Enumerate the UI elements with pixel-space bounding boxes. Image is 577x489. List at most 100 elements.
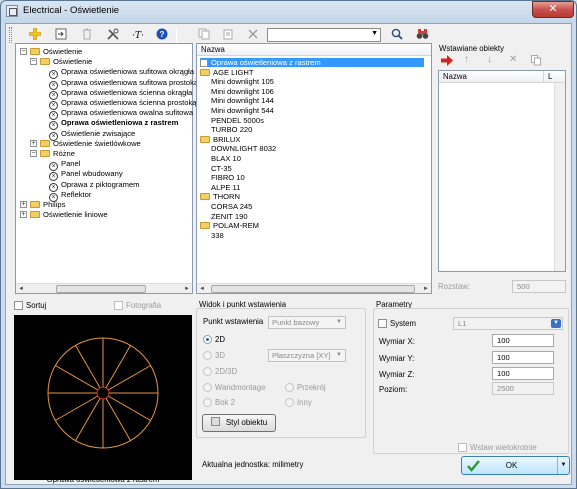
scroll-right-icon[interactable]: ► (182, 284, 192, 294)
dim-y-field[interactable]: 100 (492, 351, 554, 364)
multi-insert-checkbox[interactable]: Wstaw wielokrotnie (458, 443, 537, 452)
scroll-right-icon[interactable]: ► (421, 284, 431, 294)
list-item-label: FIBRO 10 (211, 173, 245, 183)
expand-icon[interactable]: + (30, 139, 37, 147)
list-hscroll-thumb[interactable] (211, 285, 415, 293)
paste-icon[interactable] (218, 26, 238, 44)
radio-2d3d[interactable]: 2D/3D (203, 367, 237, 376)
radio-przekroj-button[interactable] (285, 383, 294, 392)
text-format-icon[interactable]: ·T· (128, 26, 148, 44)
copy-object-icon[interactable] (531, 55, 542, 68)
radio-2d3d-button[interactable] (203, 367, 212, 376)
help-icon[interactable]: ? (152, 26, 172, 44)
dim-x-field[interactable]: 100 (492, 334, 554, 347)
multi-insert-checkbox-box[interactable] (458, 443, 467, 452)
import-icon[interactable] (51, 26, 71, 44)
sort-checkbox[interactable]: Sortuj (14, 301, 46, 310)
list-item[interactable]: CORSA 245 (211, 202, 252, 211)
expand-icon[interactable]: + (20, 201, 27, 208)
tree-hscroll[interactable]: ◄ ► (16, 283, 192, 293)
sort-checkbox-box[interactable] (14, 301, 23, 310)
radio-wandmontage[interactable]: Wandmontage (203, 383, 265, 392)
scroll-left-icon[interactable]: ◄ (197, 284, 207, 294)
move-down-icon[interactable]: ↓ (487, 54, 492, 65)
insertion-point-combo[interactable]: Punkt bazowy ▼ (268, 316, 346, 329)
delete-icon[interactable] (77, 26, 97, 44)
system-combo[interactable]: L1 ▼ (453, 317, 563, 330)
system-checkbox-box[interactable] (378, 319, 387, 328)
search-icon[interactable] (387, 26, 407, 44)
fixture-list[interactable]: Nazwa Oprawa oświetleniowa z rastrem AGE … (196, 43, 432, 294)
radio-wandmontage-button[interactable] (203, 383, 212, 392)
filter-combo[interactable]: ▼ (267, 28, 381, 42)
list-item[interactable]: Mini downlight 105 (211, 77, 274, 86)
list-item[interactable]: FIBRO 10 (211, 173, 245, 182)
tree-item-label: Reflektor (61, 189, 92, 199)
copy-icon[interactable] (194, 26, 214, 44)
level-field[interactable]: 2500 (492, 382, 554, 395)
dim-z-field[interactable]: 100 (492, 367, 554, 380)
remove-object-icon[interactable]: ✕ (509, 54, 517, 65)
photo-checkbox[interactable]: Fotografia (114, 301, 161, 310)
list-group-row[interactable]: POLAM-REM (200, 221, 259, 230)
radio-inny-button[interactable] (285, 398, 294, 407)
list-item[interactable]: PENDEL 5000s (211, 116, 264, 125)
collapse-icon[interactable]: − (30, 150, 37, 157)
list-group-row[interactable]: THORN (200, 192, 240, 201)
title-bar[interactable]: Electrical - Oświetlenie ✕ (1, 1, 576, 22)
list-item[interactable]: Mini downlight 144 (211, 96, 274, 105)
collapse-icon[interactable]: − (20, 48, 27, 55)
collapse-icon[interactable]: − (30, 58, 37, 66)
list-hscroll[interactable]: ◄ ► (197, 283, 431, 293)
object-style-button[interactable]: Styl obiektu (202, 414, 276, 432)
expand-icon[interactable]: + (20, 211, 27, 219)
list-item[interactable]: Oprawa oświetleniowa z rastrem (200, 58, 424, 67)
close-icon: ✕ (548, 3, 558, 15)
toolbar-grip[interactable] (9, 27, 12, 43)
list-item[interactable]: TURBO 220 (211, 125, 252, 134)
radio-3d-button[interactable] (203, 351, 212, 360)
list-column-header[interactable]: Nazwa (197, 44, 431, 56)
list-item[interactable]: Mini downlight 544 (211, 106, 274, 115)
spacing-field[interactable]: 500 (512, 280, 566, 293)
fixture-spoke (105, 345, 131, 389)
list-item[interactable]: CT-35 (211, 164, 232, 173)
new-item-icon[interactable] (25, 26, 45, 44)
remove-icon[interactable] (243, 26, 263, 44)
list-item[interactable]: ALPE 11 (211, 183, 240, 192)
inserted-objects-table[interactable]: Nazwa L (438, 70, 566, 272)
list-group-row[interactable]: BRILUX (200, 135, 240, 144)
inserted-col-l[interactable]: L (543, 71, 565, 83)
ok-dropdown-icon[interactable]: ▼ (557, 457, 569, 474)
insert-arrow-icon[interactable] (441, 55, 453, 68)
plane-combo[interactable]: Płaszczyzna [XY] ▼ (268, 349, 346, 362)
radio-2d[interactable]: 2D (203, 335, 225, 344)
ok-button[interactable]: OK ▼ (461, 456, 570, 475)
list-item[interactable]: DOWNLIGHT 8032 (211, 144, 276, 153)
tools-icon[interactable] (103, 26, 123, 44)
chevron-down-icon[interactable]: ▼ (551, 319, 561, 328)
inserted-vscroll[interactable] (554, 83, 565, 271)
photo-checkbox-box[interactable] (114, 301, 123, 310)
item-checkbox[interactable] (200, 59, 208, 67)
list-group-row[interactable]: AGE LIGHT (200, 68, 254, 77)
radio-inny[interactable]: Inny (285, 398, 312, 407)
move-up-icon[interactable]: ↑ (464, 54, 469, 65)
radio-bok2-button[interactable] (203, 398, 212, 407)
list-item[interactable]: ZENIT 190 (211, 212, 248, 221)
inserted-col-name[interactable]: Nazwa (439, 71, 543, 83)
list-item[interactable]: BLAX 10 (211, 154, 241, 163)
scroll-left-icon[interactable]: ◄ (16, 284, 26, 294)
radio-bok2-label: Bok 2 (215, 398, 235, 407)
list-item[interactable]: 338 (211, 231, 224, 240)
category-tree[interactable]: − Oświetlenie − Oświetlenie × Oprawa oświetle… (15, 43, 209, 294)
radio-3d[interactable]: 3D (203, 351, 225, 360)
system-checkbox[interactable]: System (378, 319, 416, 328)
radio-bok2[interactable]: Bok 2 (203, 398, 235, 407)
close-button[interactable]: ✕ (532, 1, 574, 18)
tree-hscroll-thumb[interactable] (56, 285, 146, 293)
radio-2d-button[interactable] (203, 335, 212, 344)
binoculars-icon[interactable] (412, 26, 432, 44)
radio-przekroj[interactable]: Przekrój (285, 383, 326, 392)
list-item[interactable]: Mini downlight 106 (211, 87, 274, 96)
